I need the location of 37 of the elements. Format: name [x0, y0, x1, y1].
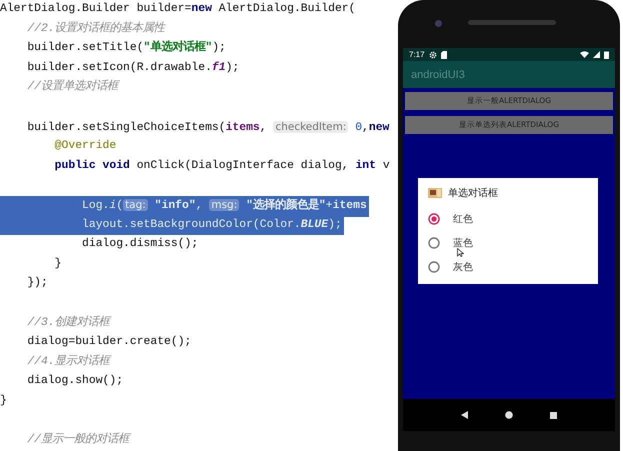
code-line: //3.创建对话框	[26, 314, 112, 330]
camera-icon	[435, 20, 442, 27]
radio-button[interactable]	[428, 237, 440, 249]
code-line: dialog.dismiss();	[81, 236, 200, 252]
battery-icon	[604, 50, 609, 58]
picture-icon	[428, 188, 442, 198]
code-line: builder.setTitle("单选对话框");	[26, 39, 227, 56]
mouse-pointer-icon	[457, 248, 464, 257]
code-line: dialog=builder.create();	[26, 334, 192, 350]
code-line: dialog.show();	[26, 374, 124, 390]
app-title: androidUI3	[411, 68, 465, 80]
code-line: AlertDialog.Builder builder=new AlertDialog.Builder(	[0, 2, 356, 17]
radio-button[interactable]	[428, 213, 440, 225]
wifi-icon	[580, 51, 589, 58]
radio-option[interactable]: 灰色	[428, 258, 588, 276]
code-line: //4.显示对话框	[26, 354, 112, 370]
code-line: builder.setIcon(R.drawable.f1);	[26, 60, 240, 76]
dialog-title: 单选对话框	[448, 186, 498, 200]
radio-button[interactable]	[428, 261, 440, 273]
recents-icon[interactable]	[550, 412, 557, 418]
sd-card-icon	[440, 50, 447, 58]
home-icon[interactable]	[505, 411, 514, 419]
code-line: public void onClick(DialogInterface dialog, int v	[54, 158, 391, 174]
code-line: builder.setSingleChoiceItems(items, checkedItem: 0,new	[26, 120, 390, 136]
back-icon[interactable]	[461, 411, 470, 419]
signal-icon	[593, 51, 600, 58]
settings-icon	[428, 50, 437, 58]
code-line: //2.设置对话框的基本属性	[26, 20, 167, 37]
radio-option[interactable]: 蓝色	[428, 234, 588, 252]
status-time: 7:17	[409, 50, 425, 59]
code-line: });	[26, 276, 49, 292]
code-line: }	[54, 256, 63, 272]
code-line: //设置单选对话框	[26, 78, 120, 96]
code-line: }	[0, 394, 8, 409]
code-line: //显示一般的对话框	[26, 432, 132, 448]
code-line: @Override	[54, 138, 118, 154]
radio-option[interactable]: 红色	[428, 210, 588, 228]
